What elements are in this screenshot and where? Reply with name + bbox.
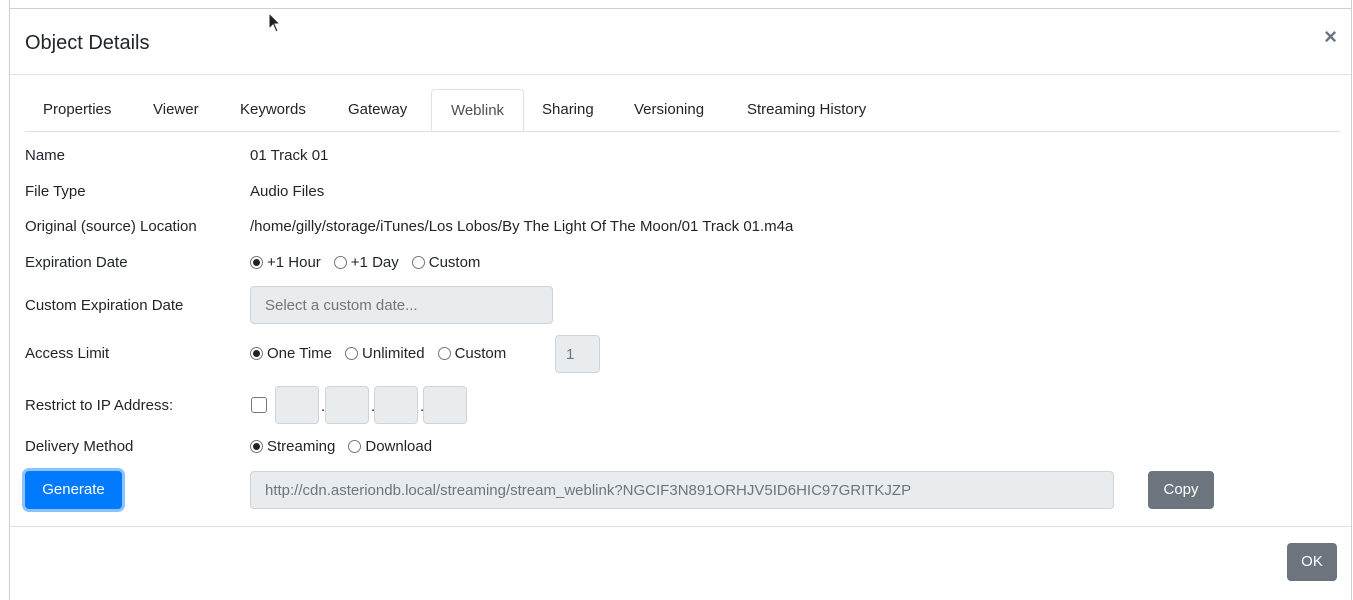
expiration-custom-radio[interactable]	[411, 256, 425, 269]
name-label: Name	[25, 147, 66, 164]
ip-octet-4-input[interactable]	[423, 386, 467, 424]
expiration-custom-label: Custom	[428, 254, 481, 271]
expiration-radio-group: +1 Hour +1 Day Custom	[250, 254, 493, 271]
location-value: /home/gilly/storage/iTunes/Los Lobos/By …	[250, 218, 794, 235]
location-label: Original (source) Location	[25, 218, 197, 235]
file-type-value: Audio Files	[250, 183, 325, 200]
ip-octet-2-input[interactable]	[325, 386, 369, 424]
access-one-time-label: One Time	[267, 345, 333, 362]
expiration-1-day-label: +1 Day	[350, 254, 399, 271]
tab-weblink[interactable]: Weblink	[431, 89, 524, 131]
tab-bar: Properties Viewer Keywords Gateway Webli…	[25, 89, 1340, 132]
delivery-download-radio[interactable]	[348, 440, 362, 453]
ip-octet-3-input[interactable]	[374, 386, 418, 424]
generate-button[interactable]: Generate	[25, 471, 122, 509]
expiration-1-hour-radio[interactable]	[250, 256, 263, 269]
ok-button[interactable]: OK	[1287, 543, 1337, 581]
tab-versioning[interactable]: Versioning	[634, 89, 704, 131]
delivery-streaming-label: Streaming	[267, 438, 336, 455]
close-icon[interactable]: ×	[1324, 26, 1337, 48]
expiration-1-hour-label: +1 Hour	[267, 254, 321, 271]
access-limit-label: Access Limit	[25, 345, 110, 362]
access-custom-label: Custom	[454, 345, 507, 362]
delivery-method-label: Delivery Method	[25, 438, 134, 455]
tab-properties[interactable]: Properties	[43, 89, 111, 131]
weblink-url-field[interactable]	[250, 471, 1114, 509]
custom-expiration-label: Custom Expiration Date	[25, 297, 184, 314]
access-unlimited-radio[interactable]	[345, 347, 359, 360]
restrict-ip-label: Restrict to IP Address:	[25, 397, 174, 414]
delivery-download-label: Download	[365, 438, 433, 455]
object-details-dialog: Object Details × Properties Viewer Keywo…	[9, 0, 1352, 600]
expiration-1-day-radio[interactable]	[333, 256, 347, 269]
access-limit-count-input[interactable]	[555, 335, 600, 373]
file-type-label: File Type	[25, 183, 86, 200]
mouse-cursor-icon	[268, 12, 282, 33]
ip-octet-1-input[interactable]	[275, 386, 319, 424]
dialog-header: Object Details ×	[10, 8, 1351, 75]
delivery-radio-group: Streaming Download	[250, 438, 445, 455]
tab-viewer[interactable]: Viewer	[153, 89, 199, 131]
access-limit-radio-group: One Time Unlimited Custom	[250, 345, 519, 362]
tab-streaming-history[interactable]: Streaming History	[747, 89, 866, 131]
access-one-time-radio[interactable]	[250, 347, 263, 360]
custom-expiration-input[interactable]	[250, 286, 553, 324]
name-value: 01 Track 01	[250, 147, 329, 164]
tab-sharing[interactable]: Sharing	[542, 89, 594, 131]
copy-button[interactable]: Copy	[1148, 471, 1214, 509]
access-custom-radio[interactable]	[437, 347, 451, 360]
access-unlimited-label: Unlimited	[362, 345, 425, 362]
expiration-date-label: Expiration Date	[25, 254, 128, 271]
dialog-footer	[10, 526, 1351, 527]
delivery-streaming-radio[interactable]	[250, 440, 263, 453]
restrict-ip-checkbox[interactable]	[251, 397, 267, 413]
tab-keywords[interactable]: Keywords	[240, 89, 306, 131]
dialog-title: Object Details	[25, 32, 150, 54]
tab-gateway[interactable]: Gateway	[348, 89, 407, 131]
